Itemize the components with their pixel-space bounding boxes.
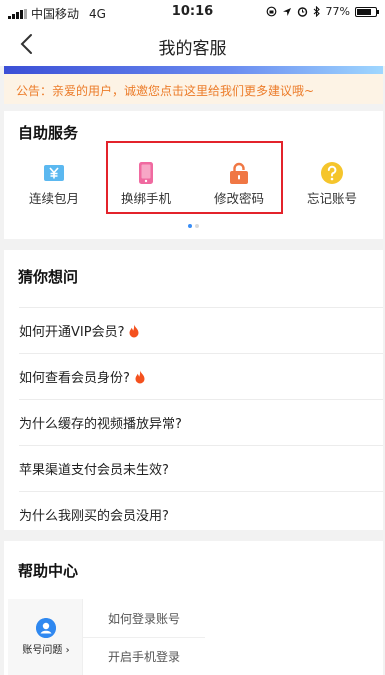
highlight-box — [106, 141, 283, 214]
question-row[interactable]: 苹果渠道支付会员未生效? — [19, 445, 383, 491]
user-icon — [36, 618, 56, 638]
question-text: 苹果渠道支付会员未生效? — [19, 463, 169, 478]
service-label: 连续包月 — [28, 191, 79, 206]
battery-icon — [355, 6, 379, 17]
question-text: 为什么缓存的视频播放异常? — [19, 417, 182, 432]
service-continuous-monthly[interactable]: 连续包月 — [11, 155, 97, 213]
question-text: 为什么我刚买的会员没用? — [19, 509, 169, 524]
help-center-title: 帮助中心 — [18, 562, 79, 580]
page-dot — [195, 224, 199, 228]
service-label: 忘记账号 — [306, 191, 357, 206]
question-row[interactable]: 如何查看会员身份? — [19, 353, 383, 399]
self-service-card: 自助服务 连续包月 换绑手机 修改密码 忘记账号 — [4, 111, 383, 239]
guess-card: 猜你想问 如何开通VIP会员? 如何查看会员身份? 为什么缓存的视频播放异常? … — [4, 250, 383, 530]
yen-icon — [44, 165, 64, 181]
alarm-icon — [297, 7, 307, 17]
question-row[interactable]: 为什么缓存的视频播放异常? — [19, 399, 383, 445]
help-category-label: 账号问题 › — [22, 645, 70, 656]
question-text: 如何查看会员身份? — [19, 371, 130, 386]
help-link[interactable]: 如何登录账号 — [82, 599, 205, 637]
orientation-lock-icon — [266, 6, 276, 17]
help-link[interactable]: 开启手机登录 — [82, 637, 205, 675]
question-text: 如何开通VIP会员? — [19, 325, 125, 340]
self-service-title: 自助服务 — [18, 124, 79, 142]
fire-icon — [129, 324, 139, 337]
help-category-account[interactable]: 账号问题 › — [8, 599, 82, 675]
question-row[interactable]: 如何开通VIP会员? — [19, 307, 383, 353]
guess-title: 猜你想问 — [18, 268, 79, 286]
page-title: 我的客服 — [158, 39, 227, 59]
fire-icon — [135, 370, 145, 383]
service-forgot-account[interactable]: 忘记账号 — [289, 155, 375, 213]
status-bar: 中国移动 4G 10:16 77% — [0, 0, 385, 24]
question-icon — [321, 162, 343, 184]
nav-bar: 我的客服 — [0, 24, 385, 66]
page-indicator — [4, 224, 383, 228]
location-icon — [282, 7, 291, 16]
battery-fill — [357, 8, 371, 15]
question-row[interactable]: 为什么我刚买的会员没用? — [19, 491, 383, 537]
help-center-card: 帮助中心 账号问题 › 如何登录账号 开启手机登录 — [4, 541, 383, 675]
page-dot-active — [188, 224, 192, 228]
notice-banner[interactable]: 公告：亲爱的用户，诚邀您点击这里给我们更多建议哦~ — [4, 74, 383, 104]
status-right: 77% — [266, 5, 379, 18]
battery-percent: 77% — [325, 5, 350, 18]
accent-strip — [4, 66, 383, 74]
bluetooth-icon — [313, 6, 320, 17]
